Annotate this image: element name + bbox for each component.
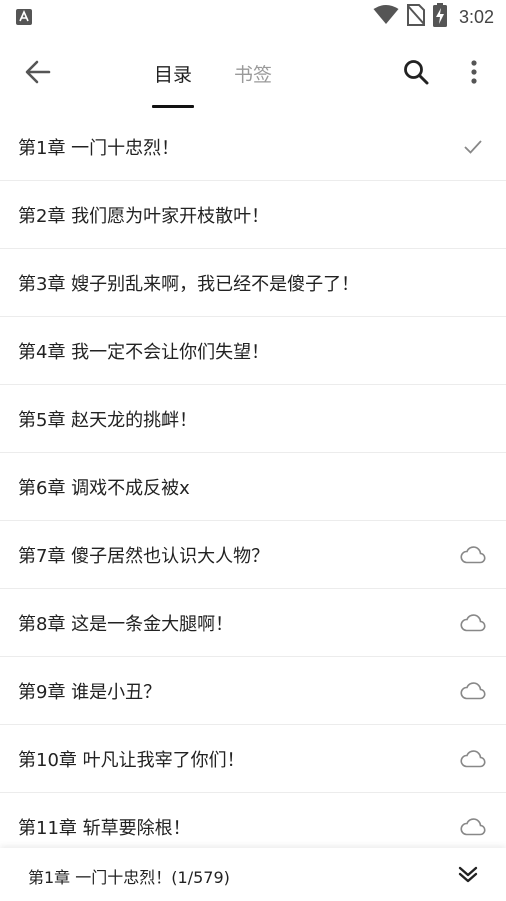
search-button[interactable] [396,54,436,94]
no-sim-icon [406,4,425,30]
chapter-list: 第1章 一门十忠烈！ 第2章 我们愿为叶家开枝散叶！ 第3章 嫂子别乱来啊，我已… [0,113,506,861]
chapter-row[interactable]: 第3章 嫂子别乱来啊，我已经不是傻子了！ [0,249,506,317]
wifi-icon [373,5,399,29]
tab-bookmarks[interactable]: 书签 [230,34,276,112]
chapter-title: 第9章 谁是小丑？ [18,681,162,703]
cloud-icon [460,679,486,703]
chapter-row[interactable]: 第9章 谁是小丑？ [0,657,506,725]
checkmark-icon [460,135,486,159]
chapter-row[interactable]: 第2章 我们愿为叶家开枝散叶！ [0,181,506,249]
cloud-icon [460,747,486,771]
chapter-title: 第10章 叶凡让我宰了你们！ [18,749,245,771]
tab-bar: 目录 书签 [150,34,276,112]
chevrons-down-icon[interactable] [456,862,480,886]
arrow-left-icon [25,60,51,88]
chapter-title: 第7章 傻子居然也认识大人物？ [18,545,270,567]
chapter-title: 第5章 赵天龙的挑衅！ [18,409,198,431]
status-time: 3:02 [458,6,494,27]
tab-label: 书签 [234,63,273,86]
chapter-row[interactable]: 第5章 赵天龙的挑衅！ [0,385,506,453]
chapter-row[interactable]: 第4章 我一定不会让你们失望！ [0,317,506,385]
chapter-title: 第2章 我们愿为叶家开枝散叶！ [18,205,270,227]
chapter-row[interactable]: 第6章 调戏不成反被x [0,453,506,521]
current-chapter-bar[interactable]: 第1章 一门十忠烈！(1/579) [0,848,506,901]
battery-charging-icon [432,3,447,31]
chapter-title: 第8章 这是一条金大腿啊！ [18,613,234,635]
chapter-title: 第6章 调戏不成反被x [18,477,190,499]
tab-label: 目录 [154,63,193,86]
cloud-icon [460,611,486,635]
chapter-row[interactable]: 第8章 这是一条金大腿啊！ [0,589,506,657]
chapter-row[interactable]: 第7章 傻子居然也认识大人物？ [0,521,506,589]
chapter-title: 第1章 一门十忠烈！ [18,137,180,159]
chapter-title: 第4章 我一定不会让你们失望！ [18,341,270,363]
chapter-title: 第3章 嫂子别乱来啊，我已经不是傻子了！ [18,273,360,295]
tab-contents[interactable]: 目录 [150,34,196,112]
app-notification-icon [16,9,32,25]
chapter-title: 第11章 斩草要除根！ [18,817,191,839]
search-icon [403,59,429,89]
toolbar: 目录 书签 [0,34,506,112]
chapter-row[interactable]: 第10章 叶凡让我宰了你们！ [0,725,506,793]
cloud-icon [460,815,486,839]
more-vertical-icon [471,60,477,88]
current-chapter-text: 第1章 一门十忠烈！(1/579) [28,868,230,887]
more-button[interactable] [456,54,492,94]
tab-indicator [152,105,195,108]
status-bar: 3:02 [0,0,506,34]
chapter-row[interactable]: 第1章 一门十忠烈！ [0,113,506,181]
back-button[interactable] [18,54,58,94]
cloud-icon [460,543,486,567]
